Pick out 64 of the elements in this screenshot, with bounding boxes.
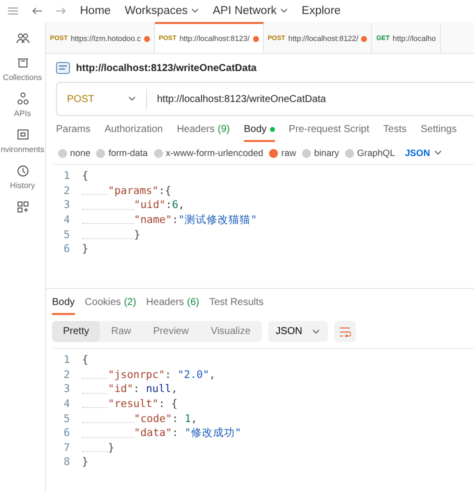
line-number: 6: [62, 243, 71, 256]
line-number: 3: [62, 199, 71, 212]
line-number: 5: [62, 228, 71, 241]
code-line: "jsonrpc": "2.0",: [108, 368, 216, 381]
method-select[interactable]: POST: [67, 94, 94, 104]
line-number: 1: [62, 354, 71, 366]
code-line: "data": "修改成功": [134, 426, 242, 440]
response-tab[interactable]: Headers (6): [146, 297, 200, 315]
request-body-editor[interactable]: 1 { 2 "params":{ 3 "uid":6, 4 "name":"测试修改猫猫" 5 } 6 }: [52, 164, 474, 280]
line-number: 8: [62, 456, 71, 468]
request-section-tab[interactable]: Authorization: [104, 124, 163, 142]
code-line: "code": 1,: [134, 412, 198, 425]
response-tab[interactable]: Test Results: [209, 297, 264, 315]
radio-label[interactable]: binary: [314, 148, 340, 158]
line-number: 6: [62, 427, 71, 440]
radio-label[interactable]: raw: [281, 148, 296, 158]
code-line: }: [82, 456, 88, 468]
nav-menu-item[interactable]: Explore: [302, 5, 341, 17]
code-line: "id": null,: [108, 383, 178, 396]
nav-menu-item[interactable]: API Network: [212, 5, 288, 17]
line-number: 4: [62, 214, 71, 226]
line-number: 2: [62, 184, 71, 197]
response-tab[interactable]: Cookies (2): [84, 297, 136, 315]
line-number: 4: [62, 398, 71, 410]
line-number: 1: [62, 170, 71, 182]
code-line: "uid":6,: [134, 199, 185, 212]
sidebar-label[interactable]: Collections: [2, 73, 42, 82]
request-section-tab[interactable]: Params: [56, 124, 90, 142]
nav-menu-item[interactable]: Home: [80, 5, 111, 17]
code-line: {: [82, 354, 88, 366]
line-number: 3: [62, 383, 71, 396]
radio-label[interactable]: form-data: [108, 148, 148, 158]
request-section-tab[interactable]: Settings: [420, 124, 457, 142]
radio-label[interactable]: GraphQL: [357, 148, 395, 158]
code-line: "name":"测试修改猫猫": [134, 213, 257, 228]
code-line: }: [108, 442, 114, 454]
response-format-select[interactable]: JSON: [268, 321, 328, 342]
url-field[interactable]: http://localhost:8123/writeOneCatData: [147, 94, 326, 104]
view-mode-button[interactable]: Preview: [142, 321, 200, 342]
radio-label[interactable]: none: [70, 148, 90, 158]
sidebar-label[interactable]: History: [10, 181, 35, 190]
radio-label[interactable]: x-www-form-urlencoded: [166, 148, 264, 158]
line-number: 7: [62, 442, 71, 454]
request-section-tab[interactable]: Tests: [383, 124, 407, 142]
sidebar-label[interactable]: nvironments: [0, 145, 44, 154]
url-bar[interactable]: POST http://localhost:8123/writeOneCatData: [56, 82, 474, 116]
format-dropdown[interactable]: JSON: [404, 148, 442, 158]
sidebar-label[interactable]: APIs: [14, 109, 31, 118]
line-number: 2: [62, 368, 71, 381]
code-line: "result": {: [108, 398, 178, 410]
line-number: 5: [62, 412, 71, 425]
request-title: http://localhost:8123/writeOneCatData: [76, 62, 257, 74]
response-tab[interactable]: Body: [52, 297, 75, 315]
view-mode-button[interactable]: Visualize: [200, 321, 262, 342]
code-line: "params":{: [108, 184, 172, 197]
code-line: {: [82, 170, 88, 182]
request-section-tab[interactable]: Pre-request Script: [288, 124, 370, 142]
view-mode-button[interactable]: Raw: [100, 321, 142, 342]
request-section-tab[interactable]: Body: [244, 124, 275, 142]
code-line: }: [82, 243, 88, 256]
nav-menu-item[interactable]: Workspaces: [124, 5, 199, 17]
request-section-tab[interactable]: Headers (9): [176, 124, 230, 142]
view-mode-button[interactable]: Pretty: [52, 321, 100, 342]
code-line: }: [134, 228, 140, 241]
